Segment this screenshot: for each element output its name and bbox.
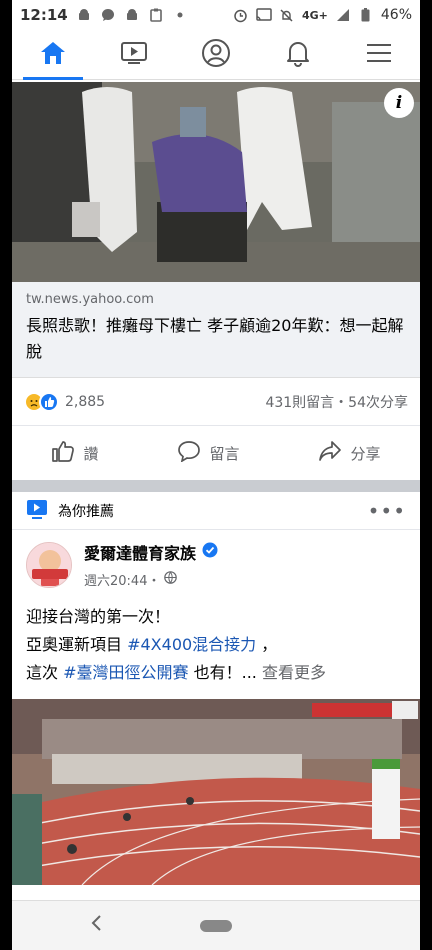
comments-shares[interactable]: 431則留言・54次分享 bbox=[265, 392, 408, 412]
profile-icon bbox=[201, 38, 231, 72]
post-text-fragment: ， bbox=[256, 635, 278, 654]
dot-icon bbox=[172, 7, 188, 23]
post-time: 週六20:44・ bbox=[84, 574, 161, 589]
status-time: 12:14 bbox=[20, 6, 68, 24]
battery-icon bbox=[358, 7, 374, 23]
link-preview[interactable]: tw.news.yahoo.com 長照悲歌！推癱母下樓亡 孝子顧逾20年歎：想… bbox=[12, 282, 420, 378]
like-label: 讚 bbox=[83, 444, 99, 463]
verified-badge-icon bbox=[202, 542, 218, 562]
battery-percent: 46% bbox=[380, 7, 412, 23]
share-label: 分享 bbox=[350, 444, 381, 463]
link-domain: tw.news.yahoo.com bbox=[26, 292, 154, 307]
top-nav bbox=[12, 30, 420, 80]
feed-separator bbox=[12, 480, 420, 492]
mute-icon bbox=[279, 7, 295, 23]
comment-label: 留言 bbox=[209, 444, 240, 463]
clipboard-icon bbox=[148, 7, 164, 23]
post-line-2: 亞奧運新項目 #4X400混合接力 ， bbox=[26, 631, 406, 659]
post-line-1: 迎接台灣的第一次！ bbox=[26, 607, 171, 626]
home-icon bbox=[39, 40, 67, 70]
post-author-row: 愛爾達體育家族 週六20:44・ bbox=[12, 530, 420, 589]
reactions-row[interactable]: 2,885 431則留言・54次分享 bbox=[12, 378, 420, 426]
nav-video[interactable] bbox=[104, 30, 164, 80]
action-row: 讚 留言 分享 bbox=[12, 426, 420, 480]
like-button[interactable]: 讚 bbox=[51, 440, 99, 466]
post-text-fragment: 這次 bbox=[26, 663, 64, 682]
home-pill[interactable] bbox=[200, 919, 232, 932]
comment-icon bbox=[177, 440, 201, 466]
more-options-icon[interactable]: ••• bbox=[368, 499, 406, 523]
messenger-icon bbox=[100, 7, 116, 23]
post-video[interactable] bbox=[12, 699, 420, 885]
thumbs-up-icon bbox=[51, 440, 75, 466]
page-name: 愛爾達體育家族 bbox=[84, 544, 197, 563]
video-icon bbox=[120, 41, 148, 69]
android-icon bbox=[76, 7, 92, 23]
post-text-fragment: 亞奧運新項目 bbox=[26, 635, 128, 654]
back-chevron-icon[interactable] bbox=[90, 913, 102, 938]
app-frame: 12:14 4G+ 46% i tw.news.yahoo.com 長照悲歌！推… bbox=[12, 0, 420, 950]
post-time-row: 週六20:44・ bbox=[84, 570, 218, 589]
signal-icon bbox=[335, 7, 351, 23]
comment-button[interactable]: 留言 bbox=[177, 440, 240, 466]
link-title: 長照悲歌！推癱母下樓亡 孝子顧逾20年歎：想一起解脫 bbox=[26, 316, 404, 361]
info-button[interactable]: i bbox=[384, 88, 414, 118]
cast-icon bbox=[256, 7, 272, 23]
hashtag-link[interactable]: #4X400混合接力 bbox=[127, 635, 256, 654]
nav-notifications[interactable] bbox=[268, 30, 328, 80]
stadium-video-frame bbox=[12, 699, 420, 885]
recommended-label: 為你推薦 bbox=[58, 503, 114, 520]
post-text-fragment: 也有！... bbox=[188, 663, 262, 682]
post-text: 迎接台灣的第一次！ 亞奧運新項目 #4X400混合接力 ， 這次 #臺灣田徑公開… bbox=[12, 589, 420, 687]
nav-home[interactable] bbox=[22, 30, 83, 80]
watch-icon bbox=[26, 499, 48, 523]
status-bar: 12:14 4G+ 46% bbox=[12, 0, 420, 30]
share-button[interactable]: 分享 bbox=[318, 440, 381, 466]
alarm-icon bbox=[233, 7, 249, 23]
like-reaction-icon bbox=[39, 391, 59, 412]
share-icon bbox=[318, 440, 342, 466]
system-nav-bar bbox=[12, 900, 420, 950]
menu-icon bbox=[366, 42, 392, 68]
globe-icon bbox=[164, 571, 178, 588]
see-more-link[interactable]: 查看更多 bbox=[262, 663, 326, 682]
post-line-3: 這次 #臺灣田徑公開賽 也有！... 查看更多 bbox=[26, 659, 406, 687]
nav-menu[interactable] bbox=[349, 30, 409, 80]
page-name-row[interactable]: 愛爾達體育家族 bbox=[84, 540, 218, 564]
recommended-header: 為你推薦 ••• bbox=[12, 492, 420, 530]
android-icon bbox=[124, 7, 140, 23]
network-label: 4G+ bbox=[301, 8, 328, 22]
news-photo bbox=[12, 82, 420, 282]
post-image[interactable]: i bbox=[12, 82, 420, 282]
bell-icon bbox=[285, 39, 311, 71]
page-avatar[interactable] bbox=[26, 541, 72, 588]
reaction-count: 2,885 bbox=[65, 393, 106, 410]
nav-profile[interactable] bbox=[186, 30, 246, 80]
hashtag-link[interactable]: #臺灣田徑公開賽 bbox=[63, 663, 188, 682]
